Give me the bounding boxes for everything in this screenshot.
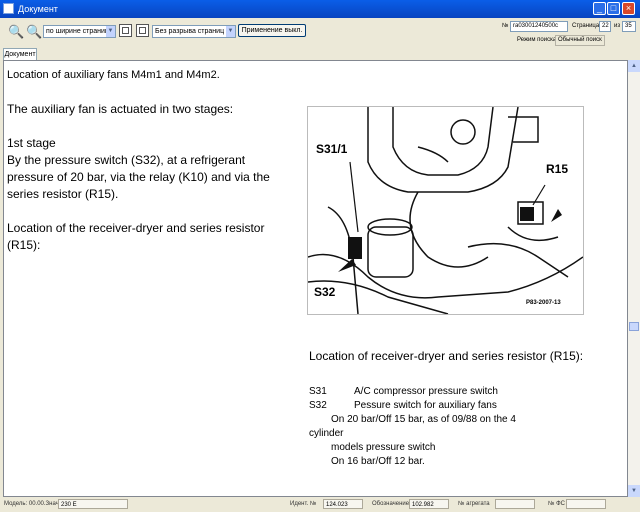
- zoom-in-icon[interactable]: 🔍: [26, 24, 42, 40]
- zoom-mode-select[interactable]: по ширине страницы ▼: [43, 25, 116, 38]
- legend-code: S31: [309, 386, 327, 397]
- scroll-thumb[interactable]: [629, 322, 639, 331]
- section-heading: Location of auxiliary fans M4m1 and M4m2…: [7, 69, 220, 81]
- zoom-out-icon[interactable]: 🔍: [8, 24, 24, 40]
- maximize-button[interactable]: □: [607, 2, 620, 15]
- page-of-label: из: [614, 23, 621, 29]
- figure-legend: S31 A/C compressor pressure switch S32 P…: [309, 385, 599, 469]
- close-button[interactable]: ×: [622, 2, 635, 15]
- figure-label-s32: S32: [314, 285, 336, 299]
- legend-text: Pessure switch for auxiliary fans: [354, 400, 497, 411]
- scroll-up-icon[interactable]: ▲: [628, 60, 640, 72]
- minimize-button[interactable]: _: [593, 2, 606, 15]
- stage-text: By the pressure switch (S32), at a refri…: [7, 153, 270, 201]
- document-view[interactable]: Location of auxiliary fans M4m1 and M4m2…: [3, 60, 628, 497]
- chevron-down-icon[interactable]: ▼: [226, 26, 235, 37]
- toolbar: 🔍 🔍 по ширине страницы ▼ Без разрыва стр…: [0, 18, 640, 46]
- location-text: Location of the receiver-dryer and serie…: [7, 221, 265, 252]
- legend-note: On 20 bar/Off 15 bar, as of 09/88 on the…: [331, 414, 516, 425]
- fg-label: № ФС: [548, 501, 565, 507]
- other-value: [495, 499, 535, 509]
- page-view-button[interactable]: [119, 24, 132, 37]
- legend-note: cylinder: [309, 428, 344, 439]
- legend-text: A/C compressor pressure switch: [354, 386, 498, 397]
- legend-row: S32 Pessure switch for auxiliary fans: [309, 399, 599, 413]
- figure-caption: Location of receiver-dryer and series re…: [309, 349, 584, 363]
- ident-value: 124.023: [323, 499, 363, 509]
- page-break-value: Без разрыва страниц: [155, 28, 225, 35]
- zoom-mode-value: по ширине страницы: [46, 28, 114, 35]
- doc-body: The auxiliary fan is actuated in two sta…: [7, 101, 287, 254]
- page-total-field: 35: [622, 21, 636, 32]
- tab-strip: Документ: [0, 46, 640, 60]
- status-bar: Модель: 00.00.Значение 230 E Идент. № 12…: [0, 497, 640, 512]
- figure-code: P83-2007-13: [526, 300, 561, 306]
- engine-bay-illustration: [307, 106, 584, 315]
- doc-number-field[interactable]: ra03001240500c: [510, 21, 568, 32]
- apply-button[interactable]: Применение выкл.: [238, 24, 306, 37]
- app-icon: [3, 3, 14, 14]
- engine-bay-figure: S31/1 S32 R15 P83-2007-13: [307, 106, 584, 315]
- sales-label: Обозначение: [372, 501, 410, 507]
- sales-value: 102.982: [409, 499, 449, 509]
- vertical-scrollbar[interactable]: ▲ ▼: [628, 60, 640, 497]
- title-bar: Документ _ □ ×: [0, 0, 640, 18]
- search-mode-field[interactable]: Обычный поиск: [555, 35, 605, 46]
- scroll-down-icon[interactable]: ▼: [628, 485, 640, 497]
- legend-note: On 16 bar/Off 12 bar.: [331, 456, 425, 467]
- model-value: 230 E: [58, 499, 128, 509]
- figure-label-s31: S31/1: [316, 142, 348, 156]
- legend-note: models pressure switch: [331, 442, 436, 453]
- two-page-view-button[interactable]: [136, 24, 149, 37]
- legend-row: S31 A/C compressor pressure switch: [309, 385, 599, 399]
- figure-label-r15: R15: [546, 162, 569, 176]
- chevron-down-icon[interactable]: ▼: [106, 26, 115, 37]
- other-label: № агрегата: [458, 501, 490, 507]
- page-current-field[interactable]: 22: [599, 21, 611, 32]
- search-mode-label: Режим поиска: [517, 37, 557, 43]
- window-title: Документ: [18, 4, 58, 14]
- fg-value: [566, 499, 606, 509]
- page-break-select[interactable]: Без разрыва страниц ▼: [152, 25, 236, 38]
- tab-document[interactable]: Документ: [3, 48, 37, 60]
- page-label: Страница: [572, 23, 600, 29]
- ident-label: Идент. №: [290, 501, 317, 507]
- doc-number-label: №: [502, 23, 509, 29]
- stage-title: 1st stage: [7, 136, 56, 150]
- legend-code: S32: [309, 400, 327, 411]
- intro-text: The auxiliary fan is actuated in two sta…: [7, 102, 234, 116]
